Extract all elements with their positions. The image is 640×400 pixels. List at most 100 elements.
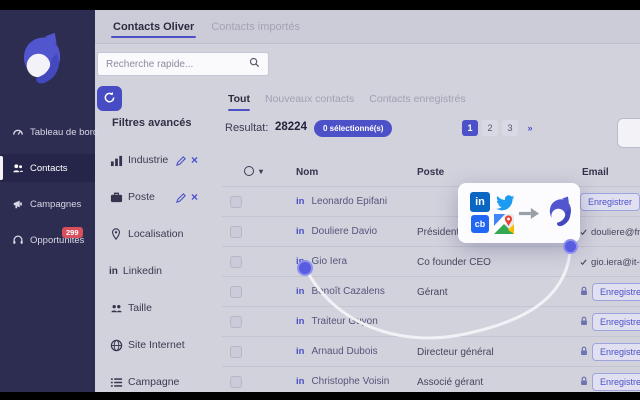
sidebar-item-label: Campagnes bbox=[30, 198, 82, 210]
row-checkbox[interactable] bbox=[230, 376, 242, 388]
enregistrer-button[interactable]: Enregistrer bbox=[592, 373, 640, 391]
linkedin-icon[interactable]: in bbox=[296, 316, 304, 327]
page-3[interactable]: 3 bbox=[502, 120, 518, 136]
list-icon bbox=[109, 375, 123, 389]
fox-logo bbox=[14, 32, 72, 90]
contact-email: gio.iera@it-tra bbox=[591, 256, 640, 268]
table-header: ▾ Nom Poste Email bbox=[222, 165, 640, 183]
column-header-email: Email bbox=[582, 167, 609, 178]
contact-name[interactable]: Christophe Voisin bbox=[311, 376, 389, 387]
refresh-icon bbox=[103, 91, 116, 107]
contact-poste: Co founder CEO bbox=[417, 257, 491, 268]
filters-title: Filtres avancés bbox=[112, 117, 192, 129]
result-count: 28224 bbox=[275, 121, 307, 133]
filter-item-campagne[interactable]: Campagne bbox=[95, 372, 221, 392]
linkedin-icon: in bbox=[470, 192, 490, 212]
table-row: inGio Iera Co founder CEO gio.iera@it-tr… bbox=[222, 246, 640, 276]
pagination: 1 2 3 » bbox=[462, 120, 538, 136]
sources-popup: in cb bbox=[458, 183, 580, 243]
contact-poste: Directeur général bbox=[417, 347, 494, 358]
enregistrer-button[interactable]: Enregistrer bbox=[592, 313, 640, 331]
selected-count-badge[interactable]: 0 sélectionné(s) bbox=[314, 120, 393, 137]
remove-icon[interactable]: × bbox=[191, 190, 198, 204]
filter-item-taille[interactable]: Taille bbox=[95, 298, 221, 318]
row-checkbox[interactable] bbox=[230, 196, 242, 208]
filter-item-poste[interactable]: Poste × bbox=[95, 187, 221, 207]
megaphone-icon bbox=[11, 198, 24, 211]
notification-badge: 299 bbox=[62, 227, 83, 238]
sidebar-item-tableau-de-bord[interactable]: Tableau de bord bbox=[0, 118, 98, 146]
row-checkbox[interactable] bbox=[230, 256, 242, 268]
page-1[interactable]: 1 bbox=[462, 120, 478, 136]
refresh-button[interactable] bbox=[97, 86, 122, 111]
page-2[interactable]: 2 bbox=[482, 120, 498, 136]
remove-icon[interactable]: × bbox=[191, 153, 198, 167]
contact-name[interactable]: Traiteur Guyon bbox=[311, 316, 377, 327]
contact-name[interactable]: Douliere Davio bbox=[311, 226, 377, 237]
cursor-dot bbox=[297, 260, 313, 276]
contact-name[interactable]: Gio Iera bbox=[311, 256, 347, 267]
sidebar-item-opportunites[interactable]: Opportunités 299 bbox=[0, 226, 95, 254]
email-status-icon bbox=[580, 253, 587, 271]
lock-icon bbox=[580, 283, 588, 301]
contact-poste: Gérant bbox=[417, 287, 448, 298]
sidebar-item-campagnes[interactable]: Campagnes bbox=[0, 190, 95, 218]
bottom-black-bar bbox=[0, 392, 640, 400]
table-row: in Arnaud Dubois Directeur général Enregi… bbox=[222, 336, 640, 366]
fox-logo bbox=[544, 190, 578, 236]
filter-item-localisation[interactable]: Localisation bbox=[95, 224, 221, 244]
tab-label: Contacts importés bbox=[211, 21, 300, 33]
sidebar-item-label: Contacts bbox=[30, 162, 68, 174]
filter-item-site-internet[interactable]: Site Internet bbox=[95, 335, 221, 355]
row-checkbox[interactable] bbox=[230, 286, 242, 298]
search-input[interactable]: Recherche rapide... bbox=[97, 52, 269, 76]
enregistrer-button[interactable]: Enregistrer bbox=[580, 193, 640, 211]
contact-name[interactable]: Arnaud Dubois bbox=[311, 346, 377, 357]
contact-name[interactable]: Leonardo Epifani bbox=[311, 196, 387, 207]
sidebar-item-contacts[interactable]: Contacts bbox=[0, 154, 95, 182]
arrow-right-icon bbox=[518, 197, 542, 229]
globe-icon bbox=[109, 338, 123, 352]
email-status-icon bbox=[580, 223, 587, 241]
linkedin-icon[interactable]: in bbox=[296, 376, 304, 387]
top-black-bar bbox=[0, 0, 640, 10]
enregistrer-button[interactable]: Enregistrer bbox=[592, 283, 640, 301]
tab-contacts-oliver[interactable]: Contacts Oliver bbox=[111, 12, 197, 41]
linkedin-icon[interactable]: in bbox=[296, 346, 304, 357]
row-checkbox[interactable] bbox=[230, 346, 242, 358]
enregistrer-button[interactable]: Enregistrer bbox=[592, 343, 640, 361]
filter-item-industrie[interactable]: Industrie × bbox=[95, 150, 221, 170]
tab-tout[interactable]: Tout bbox=[228, 93, 250, 111]
select-all-checkbox[interactable]: ▾ bbox=[244, 166, 263, 176]
edit-icon[interactable] bbox=[175, 191, 188, 204]
app-window: Tableau de bord Contacts Campagnes Oppor… bbox=[0, 0, 640, 400]
partial-button[interactable] bbox=[617, 118, 640, 148]
row-checkbox[interactable] bbox=[230, 226, 242, 238]
linkedin-icon[interactable]: in bbox=[296, 226, 304, 237]
page-next[interactable]: » bbox=[522, 120, 538, 136]
active-tab-underline bbox=[111, 36, 197, 38]
tab-contacts-enregistres[interactable]: Contacts enregistrés bbox=[369, 93, 465, 111]
sidebar: Tableau de bord Contacts Campagnes Oppor… bbox=[0, 10, 98, 392]
column-header-nom: Nom bbox=[296, 167, 319, 178]
location-pin-icon bbox=[109, 227, 123, 241]
contact-poste: Associé gérant bbox=[417, 377, 484, 388]
select-all-circle-icon bbox=[244, 166, 254, 176]
header: Contacts Oliver Contacts importés bbox=[95, 10, 640, 44]
tab-contacts-importes[interactable]: Contacts importés bbox=[209, 12, 302, 41]
tab-nouveaux-contacts[interactable]: Nouveaux contacts bbox=[265, 93, 354, 111]
tab-label: Contacts Oliver bbox=[113, 21, 195, 33]
briefcase-icon bbox=[109, 190, 123, 204]
people-icon bbox=[11, 162, 24, 175]
linkedin-icon[interactable]: in bbox=[296, 286, 304, 297]
edit-icon[interactable] bbox=[175, 154, 188, 167]
content-tabs: Tout Nouveaux contacts Contacts enregist… bbox=[222, 93, 466, 111]
result-label: Resultat: bbox=[225, 122, 269, 134]
contact-name[interactable]: Benoît Cazalens bbox=[311, 286, 384, 297]
contact-email: douliere@free bbox=[591, 226, 640, 238]
filter-item-linkedin[interactable]: in Linkedin bbox=[95, 261, 221, 281]
row-checkbox[interactable] bbox=[230, 316, 242, 328]
linkedin-icon[interactable]: in bbox=[296, 196, 304, 207]
sidebar-nav: Tableau de bord Contacts Campagnes Oppor… bbox=[0, 118, 98, 254]
google-maps-icon bbox=[494, 214, 514, 234]
